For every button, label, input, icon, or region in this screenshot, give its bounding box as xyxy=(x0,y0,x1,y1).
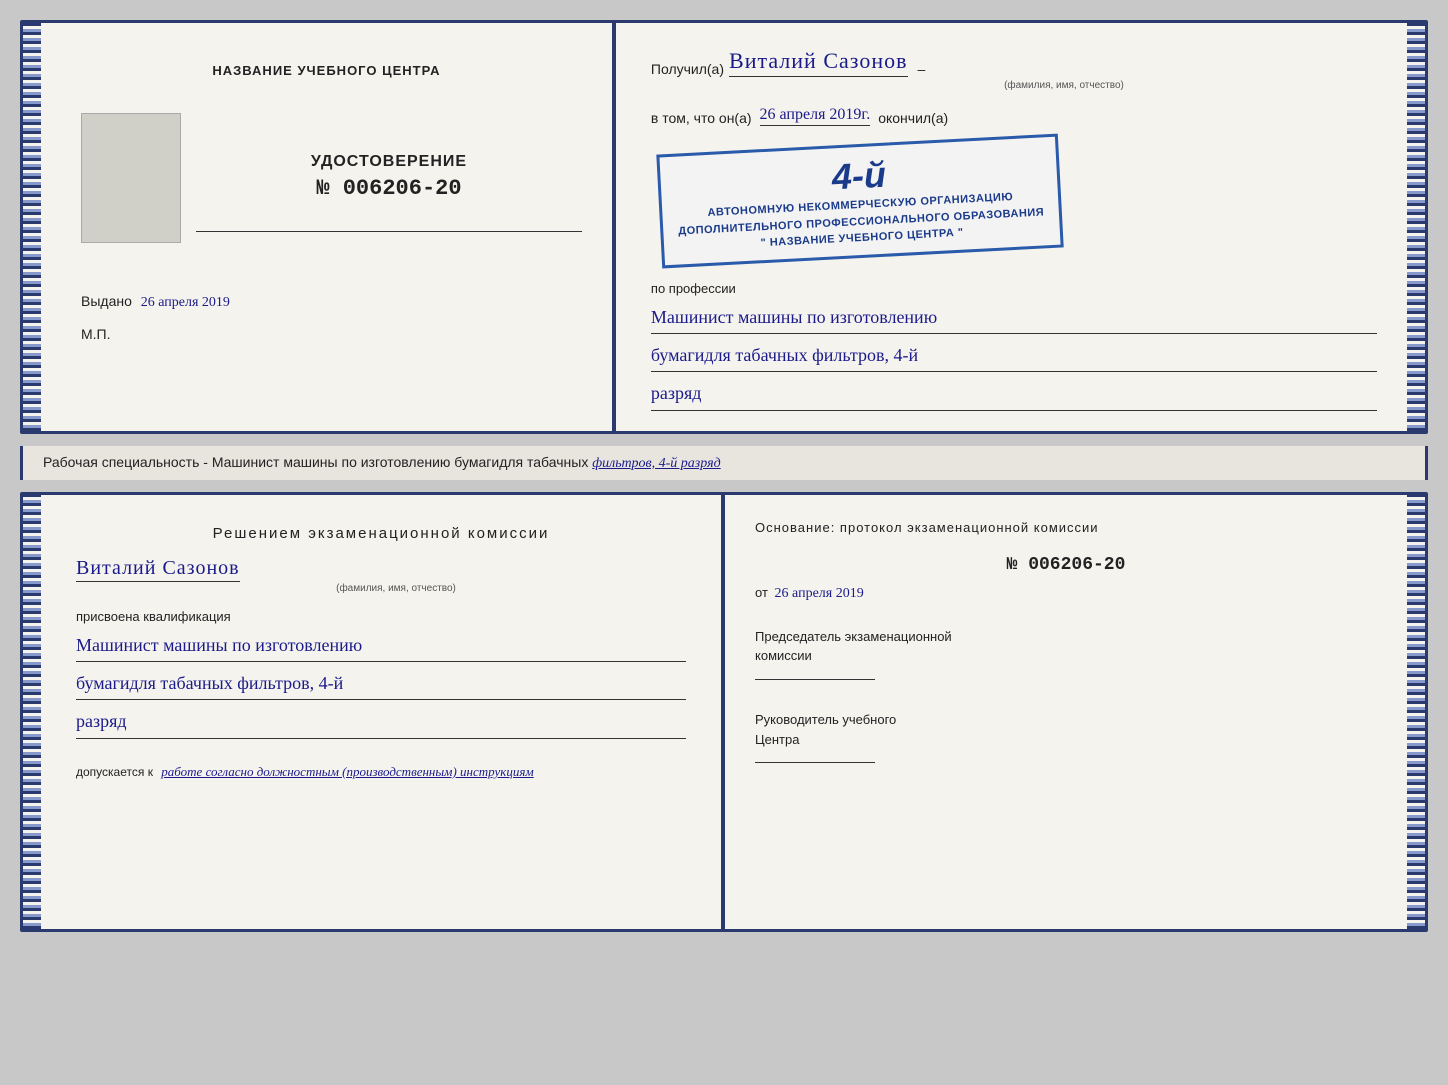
vydano-line: Выдано 26 апреля 2019 xyxy=(81,293,230,311)
top-left-panel: НАЗВАНИЕ УЧЕБНОГО ЦЕНТРА УДОСТОВЕРЕНИЕ №… xyxy=(41,23,614,431)
udostoverenie-number: № 006206-20 xyxy=(316,176,461,201)
osnovanie-label: Основание: протокол экзаменационной коми… xyxy=(755,520,1377,535)
page-wrapper: НАЗВАНИЕ УЧЕБНОГО ЦЕНТРА УДОСТОВЕРЕНИЕ №… xyxy=(20,20,1428,932)
bottom-recipient-name: Виталий Сазонов xyxy=(76,557,240,582)
bottom-right-panel: Основание: протокол экзаменационной коми… xyxy=(725,495,1407,929)
protokol-number: № 006206-20 xyxy=(755,555,1377,575)
bottom-booklet-content: Решением экзаменационной комиссии Витали… xyxy=(41,495,1407,929)
dopuskaetsya-value: работе согласно должностным (производств… xyxy=(161,764,533,779)
predsedatel-signature-line xyxy=(755,679,875,680)
ot-prefix: от xyxy=(755,585,768,600)
vydano-label: Выдано xyxy=(81,293,132,309)
training-center-title: НАЗВАНИЕ УЧЕБНОГО ЦЕНТРА xyxy=(212,63,440,78)
qualification-line2: бумагидля табачных фильтров, 4-й xyxy=(76,667,686,700)
rukovoditel-line2: Центра xyxy=(755,730,1377,750)
rukovoditel-signature-line xyxy=(755,762,875,763)
okonchil-label: окончил(а) xyxy=(878,110,948,126)
left-hatch-top xyxy=(23,23,41,431)
photo-placeholder xyxy=(81,113,181,243)
qualification-line3: разряд xyxy=(76,705,686,738)
resheniem-title: Решением экзаменационной комиссии xyxy=(76,525,686,542)
recipient-name-top: Виталий Сазонов xyxy=(729,48,907,77)
ot-date: 26 апреля 2019 xyxy=(775,586,864,601)
predsedatel-line1: Председатель экзаменационной xyxy=(755,627,1377,647)
top-booklet-content: НАЗВАНИЕ УЧЕБНОГО ЦЕНТРА УДОСТОВЕРЕНИЕ №… xyxy=(41,23,1407,431)
vtom-date: 26 апреля 2019г. xyxy=(760,106,871,126)
udostoverenie-label: УДОСТОВЕРЕНИЕ xyxy=(311,153,467,171)
predsedatel-line2: комиссии xyxy=(755,646,1377,666)
qualification-line1: Машинист машины по изготовлению xyxy=(76,629,686,662)
stamp-area: 4-й АВТОНОМНУЮ НЕКОММЕРЧЕСКУЮ ОРГАНИЗАЦИ… xyxy=(651,136,1377,266)
top-booklet: НАЗВАНИЕ УЧЕБНОГО ЦЕНТРА УДОСТОВЕРЕНИЕ №… xyxy=(20,20,1428,434)
right-hatch-bottom xyxy=(1407,495,1425,929)
vtom-prefix: в том, что он(а) xyxy=(651,110,752,126)
profession-line1: Машинист машины по изготовлению xyxy=(651,301,1377,334)
dopuskaetsya-line: допускается к работе согласно должностны… xyxy=(76,764,686,780)
po-professii-label: по профессии xyxy=(651,281,1377,296)
dopuskaetsya-prefix: допускается к xyxy=(76,765,153,779)
middle-text-handwritten: фильтров, 4-й разряд xyxy=(592,456,720,471)
ot-line: от 26 апреля 2019 xyxy=(755,585,1377,602)
stamp-box: 4-й АВТОНОМНУЮ НЕКОММЕРЧЕСКУЮ ОРГАНИЗАЦИ… xyxy=(656,134,1064,268)
name-subtitle-top: (фамилия, имя, отчество) xyxy=(751,80,1377,91)
predsedatel-block: Председатель экзаменационной комиссии xyxy=(755,627,1377,686)
right-hatch-top xyxy=(1407,23,1425,431)
bottom-left-panel: Решением экзаменационной комиссии Витали… xyxy=(41,495,723,929)
bottom-booklet: Решением экзаменационной комиссии Витали… xyxy=(20,492,1428,932)
vydano-date: 26 апреля 2019 xyxy=(141,295,230,310)
middle-text-normal: Рабочая специальность - Машинист машины … xyxy=(43,454,592,470)
rukovoditel-line1: Руководитель учебного xyxy=(755,710,1377,730)
poluchil-line: Получил(а) Виталий Сазонов – xyxy=(651,48,1377,77)
mp-label: М.П. xyxy=(81,326,111,342)
profession-line2: бумагидля табачных фильтров, 4-й xyxy=(651,339,1377,372)
poluchil-prefix: Получил(а) xyxy=(651,61,724,77)
dash-sep: – xyxy=(918,61,926,77)
rukovoditel-block: Руководитель учебного Центра xyxy=(755,710,1377,769)
prisvoena-label: присвоена квалификация xyxy=(76,609,686,624)
bottom-recipient-wrapper: Виталий Сазонов xyxy=(76,557,686,580)
top-right-panel: Получил(а) Виталий Сазонов – (фамилия, и… xyxy=(616,23,1407,431)
left-hatch-bottom xyxy=(23,495,41,929)
bottom-name-subtitle: (фамилия, имя, отчество) xyxy=(106,583,686,594)
vtom-line: в том, что он(а) 26 апреля 2019г. окончи… xyxy=(651,106,1377,126)
profession-line3: разряд xyxy=(651,377,1377,410)
middle-text-strip: Рабочая специальность - Машинист машины … xyxy=(20,446,1428,480)
